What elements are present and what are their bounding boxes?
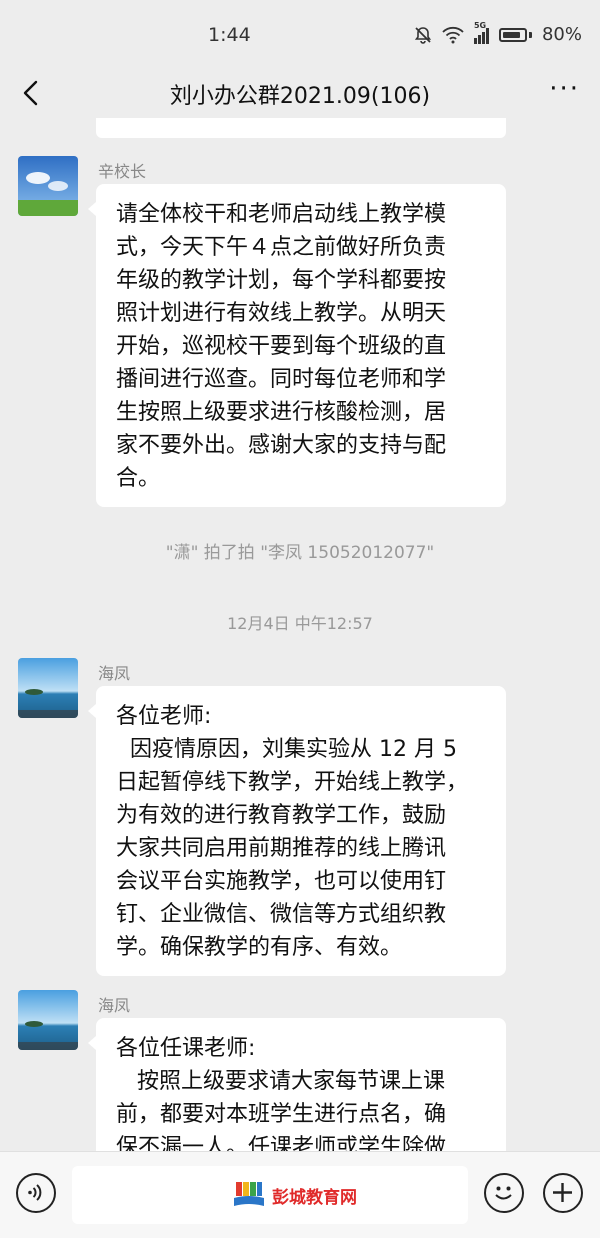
message-line: 照计划进行有效线上教学。从明天 — [116, 301, 447, 326]
chat-header: 刘小办公群2021.09(106) ··· — [0, 68, 600, 118]
message-line: 前，都要对本班学生进行点名，确 — [116, 1102, 447, 1127]
sender-name: 海凤 — [98, 664, 131, 683]
watermark: 彭城教育网 — [232, 1180, 357, 1210]
pat-system-note: "潇" 拍了拍 "李凤 15052012077" — [165, 543, 435, 563]
message-line: 学。确保教学的有序、有效。 — [116, 935, 403, 960]
message-line: 请全体校干和老师启动线上教学模 — [116, 202, 447, 227]
voice-input-button[interactable] — [16, 1173, 56, 1213]
message-line: 为有效的进行教育教学工作，鼓励 — [116, 803, 447, 828]
network-badge: 5G — [473, 20, 487, 30]
battery-percent: 80% — [541, 24, 582, 45]
chat-title: 刘小办公群2021.09(106) — [169, 84, 431, 109]
message-line: 日起暂停线下教学，开始线上教学， — [116, 770, 469, 795]
message-line: 合。 — [116, 466, 161, 491]
message-line: 各位任课老师: — [116, 1036, 256, 1061]
wifi-icon — [442, 26, 464, 43]
message-input[interactable]: 彭城教育网 — [72, 1166, 468, 1224]
message-line: 保不漏一人。任课老师或学生除做 — [116, 1135, 447, 1151]
message-line: 因疫情原因，刘集实验从 12 月 5 — [116, 737, 457, 762]
message-line: 大家共同启用前期推荐的线上腾讯 — [116, 836, 447, 861]
timestamp: 12月4日 中午12:57 — [227, 614, 373, 633]
status-time: 1:44 — [208, 24, 251, 46]
more-options-button[interactable]: ··· — [549, 74, 580, 104]
message-item: 海凤 各位任课老师: 按照上级要求请大家每节课上课 前，都要对本班学生进行点名，… — [18, 990, 578, 1151]
mute-bell-icon — [414, 26, 432, 44]
chat-area[interactable]: 辛校长 请全体校干和老师启动线上教学模 式，今天下午４点之前做好所负责 年级的教… — [0, 118, 600, 1151]
message-line: 钉、企业微信、微信等方式组织教 — [116, 902, 447, 927]
message-line: 家不要外出。感谢大家的支持与配 — [116, 433, 447, 458]
message-item: 海凤 各位老师: 因疫情原因，刘集实验从 12 月 5 日起暂停线下教学，开始线… — [18, 658, 578, 978]
book-logo-icon — [234, 1182, 264, 1206]
message-line: 式，今天下午４点之前做好所负责 — [116, 235, 447, 260]
message-line: 开始，巡视校干要到每个班级的直 — [116, 334, 447, 359]
status-icons: 5G 80% — [414, 21, 582, 45]
sender-name: 辛校长 — [98, 162, 147, 181]
message-bubble[interactable]: 各位老师: 因疫情原因，刘集实验从 12 月 5 日起暂停线下教学，开始线上教学… — [88, 686, 506, 976]
avatar[interactable] — [18, 990, 78, 1050]
status-bar: 1:44 5G 80% — [0, 0, 600, 68]
message-line: 按照上级要求请大家每节课上课 — [116, 1069, 445, 1094]
plus-icon — [553, 1183, 572, 1202]
message-line: 会议平台实施教学，也可以使用钉 — [116, 869, 447, 894]
smiley-icon — [495, 1186, 512, 1200]
input-bar: 彭城教育网 — [0, 1151, 600, 1238]
message-line: 生按照上级要求进行核酸检测，居 — [116, 400, 447, 425]
more-functions-button[interactable] — [543, 1173, 583, 1213]
message-line: 各位老师: — [116, 704, 212, 729]
emoji-button[interactable] — [484, 1173, 524, 1213]
sender-name: 海凤 — [98, 996, 131, 1015]
battery-icon — [498, 27, 527, 42]
previous-message-bubble — [96, 118, 506, 138]
signal-icon: 5G — [473, 21, 489, 44]
avatar[interactable] — [18, 658, 78, 718]
voice-icon — [28, 1184, 42, 1201]
message-item: 辛校长 请全体校干和老师启动线上教学模 式，今天下午４点之前做好所负责 年级的教… — [18, 156, 578, 546]
watermark-text: 彭城教育网 — [272, 1187, 357, 1208]
message-bubble[interactable]: 各位任课老师: 按照上级要求请大家每节课上课 前，都要对本班学生进行点名，确 保… — [88, 1018, 506, 1151]
message-bubble[interactable]: 请全体校干和老师启动线上教学模 式，今天下午４点之前做好所负责 年级的教学计划，… — [88, 184, 506, 507]
message-line: 年级的教学计划，每个学科都要按 — [116, 268, 447, 293]
avatar[interactable] — [18, 156, 78, 216]
message-line: 播间进行巡查。同时每位老师和学 — [116, 367, 447, 392]
